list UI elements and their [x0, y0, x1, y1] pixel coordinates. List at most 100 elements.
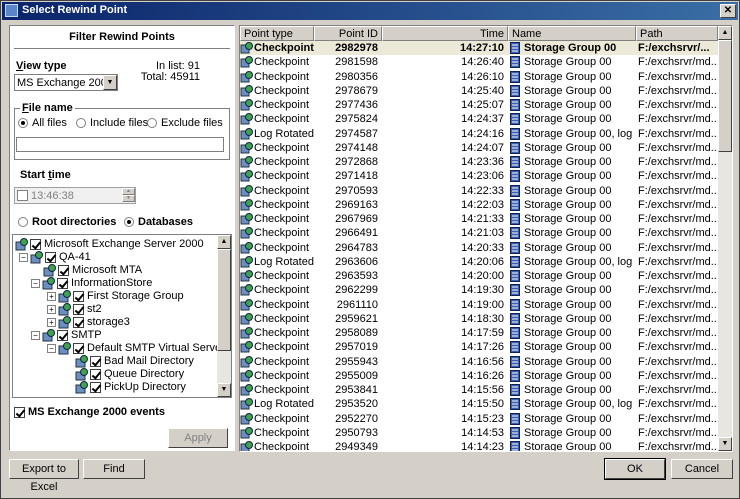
radio-all-files[interactable]: All files	[18, 117, 67, 129]
scroll-up-icon[interactable]: ▲	[217, 235, 231, 249]
export-to-excel-button[interactable]: Export to Excel	[9, 459, 79, 493]
radio-all-files-dot[interactable]	[18, 118, 28, 128]
time-spinner[interactable]: ▲ ▼	[122, 188, 135, 203]
table-row[interactable]: Checkpoint 2955009 14:16:26 Storage Group 0…	[240, 369, 718, 383]
table-row[interactable]: Checkpoint 2972868 14:23:36 Storage Group 0…	[240, 155, 718, 169]
table-row[interactable]: Log Rotated 2963606 14:20:06 Storage Group …	[240, 255, 718, 269]
spin-down-icon[interactable]: ▼	[122, 195, 135, 202]
file-name-input[interactable]	[16, 137, 224, 152]
table-row[interactable]: Checkpoint 2953841 14:15:56 Storage Group 0…	[240, 383, 718, 397]
tree-checkbox[interactable]	[45, 251, 56, 263]
tree-node[interactable]: − InformationStore	[31, 276, 152, 290]
table-row[interactable]: Checkpoint 2975824 14:24:37 Storage Group 0…	[240, 112, 718, 126]
tree-scrollbar[interactable]: ▲ ▼	[217, 235, 231, 397]
radio-exclude-files-dot[interactable]	[147, 118, 157, 128]
tree-checkbox[interactable]	[73, 316, 84, 328]
column-path[interactable]: Path	[636, 26, 718, 41]
tree-checkbox[interactable]	[57, 277, 68, 289]
table-row[interactable]: Checkpoint 2974148 14:24:07 Storage Group 0…	[240, 141, 718, 155]
table-row[interactable]: Checkpoint 2964783 14:20:33 Storage Group 0…	[240, 241, 718, 255]
column-time[interactable]: Time	[382, 26, 508, 41]
tree-node[interactable]: Bad Mail Directory	[75, 354, 194, 368]
tree-node[interactable]: − SMTP	[31, 328, 102, 342]
tree-checkbox[interactable]	[30, 238, 41, 250]
expand-icon[interactable]: +	[47, 317, 56, 327]
spin-up-icon[interactable]: ▲	[122, 188, 135, 195]
apply-button[interactable]: Apply	[168, 428, 228, 448]
table-row[interactable]: Checkpoint 2959621 14:18:30 Storage Group 0…	[240, 312, 718, 326]
cancel-button[interactable]: Cancel	[671, 459, 733, 479]
close-icon[interactable]: ✕	[720, 4, 736, 18]
table-scrollbar[interactable]: ▲ ▼	[718, 26, 732, 451]
collapse-icon[interactable]: −	[19, 252, 28, 262]
tree-checkbox[interactable]	[73, 290, 84, 302]
radio-root-directories[interactable]: Root directories	[18, 216, 116, 228]
start-time-field[interactable]: 13:46:38 ▲ ▼	[14, 187, 136, 204]
table-row[interactable]: Checkpoint 2950793 14:14:53 Storage Group 0…	[240, 426, 718, 440]
radio-root-directories-dot[interactable]	[18, 217, 28, 227]
table-row[interactable]: Checkpoint 2966491 14:21:03 Storage Group 0…	[240, 226, 718, 240]
expand-icon[interactable]: +	[47, 291, 56, 301]
title-bar[interactable]: Select Rewind Point ✕	[2, 2, 738, 20]
table-row[interactable]: Checkpoint 2949349 14:14:23 Storage Group 0…	[240, 440, 718, 451]
radio-include-files[interactable]: Include files	[76, 117, 148, 129]
table-row[interactable]: Checkpoint 2981598 14:26:40 Storage Group 0…	[240, 55, 718, 69]
start-time-checkbox[interactable]	[17, 190, 28, 201]
table-row[interactable]: Checkpoint 2957019 14:17:26 Storage Group 0…	[240, 340, 718, 354]
table-row[interactable]: Checkpoint 2961110 14:19:00 Storage Group 0…	[240, 298, 718, 312]
events-checkbox-row[interactable]: MS Exchange 2000 events	[14, 406, 165, 418]
events-checkbox[interactable]	[14, 406, 25, 418]
collapse-icon[interactable]: −	[47, 343, 56, 353]
tree-node[interactable]: + First Storage Group	[47, 289, 184, 303]
table-row[interactable]: Checkpoint 2971418 14:23:06 Storage Group 0…	[240, 169, 718, 183]
column-point-type[interactable]: Point type	[240, 26, 314, 41]
tree-checkbox[interactable]	[57, 329, 68, 341]
radio-databases[interactable]: Databases	[124, 216, 193, 228]
table-row[interactable]: Checkpoint 2977436 14:25:07 Storage Group 0…	[240, 98, 718, 112]
radio-exclude-files[interactable]: Exclude files	[147, 117, 223, 129]
tree-checkbox[interactable]	[90, 368, 101, 380]
scroll-up-icon[interactable]: ▲	[718, 26, 732, 40]
table-row[interactable]: Checkpoint 2982978 14:27:10 Storage Group 0…	[240, 41, 718, 56]
chevron-down-icon[interactable]: ▼	[103, 75, 117, 90]
tree-node[interactable]: PickUp Directory	[75, 380, 186, 394]
table-row[interactable]: Checkpoint 2963593 14:20:00 Storage Group 0…	[240, 269, 718, 283]
table-row[interactable]: Checkpoint 2958089 14:17:59 Storage Group 0…	[240, 326, 718, 340]
table-row[interactable]: Checkpoint 2978679 14:25:40 Storage Group 0…	[240, 84, 718, 98]
table-row[interactable]: Checkpoint 2970593 14:22:33 Storage Group 0…	[240, 184, 718, 198]
table-row[interactable]: Checkpoint 2962299 14:19:30 Storage Group 0…	[240, 283, 718, 297]
radio-include-files-dot[interactable]	[76, 118, 86, 128]
table-scroll-thumb[interactable]	[718, 40, 732, 152]
tree-node[interactable]: Queue Directory	[75, 367, 184, 381]
find-button[interactable]: Find	[83, 459, 145, 479]
ok-button[interactable]: OK	[604, 458, 666, 480]
radio-databases-dot[interactable]	[124, 217, 134, 227]
tree-checkbox[interactable]	[90, 381, 101, 393]
expand-icon[interactable]: +	[47, 304, 56, 314]
tree-checkbox[interactable]	[73, 303, 84, 315]
scroll-down-icon[interactable]: ▼	[217, 383, 231, 397]
scroll-down-icon[interactable]: ▼	[718, 437, 732, 451]
collapse-icon[interactable]: −	[31, 330, 40, 340]
table-row[interactable]: Log Rotated 2953520 14:15:50 Storage Group …	[240, 397, 718, 411]
table-row[interactable]: Log Rotated 2974587 14:24:16 Storage Group …	[240, 127, 718, 141]
table-row[interactable]: Checkpoint 2967969 14:21:33 Storage Group 0…	[240, 212, 718, 226]
tree-node[interactable]: − QA-41	[19, 250, 91, 264]
tree-node[interactable]: + st2	[47, 302, 102, 316]
tree-node[interactable]: Microsoft MTA	[43, 263, 142, 277]
tree-node[interactable]: + storage3	[47, 315, 130, 329]
tree-checkbox[interactable]	[73, 342, 84, 354]
view-type-select[interactable]: MS Exchange 2000 ▼	[14, 74, 118, 91]
tree-node[interactable]: − Default SMTP Virtual Server	[47, 341, 225, 355]
tree-node[interactable]: Microsoft Exchange Server 2000	[15, 237, 204, 251]
tree-scroll-thumb[interactable]	[217, 249, 231, 351]
column-point-id[interactable]: Point ID	[314, 26, 382, 41]
table-row[interactable]: Checkpoint 2955943 14:16:56 Storage Group 0…	[240, 355, 718, 369]
column-name[interactable]: Name	[508, 26, 636, 41]
table-row[interactable]: Checkpoint 2969163 14:22:03 Storage Group 0…	[240, 198, 718, 212]
table-row[interactable]: Checkpoint 2952270 14:15:23 Storage Group 0…	[240, 412, 718, 426]
tree-checkbox[interactable]	[90, 355, 101, 367]
tree-checkbox[interactable]	[58, 264, 69, 276]
table-row[interactable]: Checkpoint 2980356 14:26:10 Storage Group 0…	[240, 70, 718, 84]
collapse-icon[interactable]: −	[31, 278, 40, 288]
